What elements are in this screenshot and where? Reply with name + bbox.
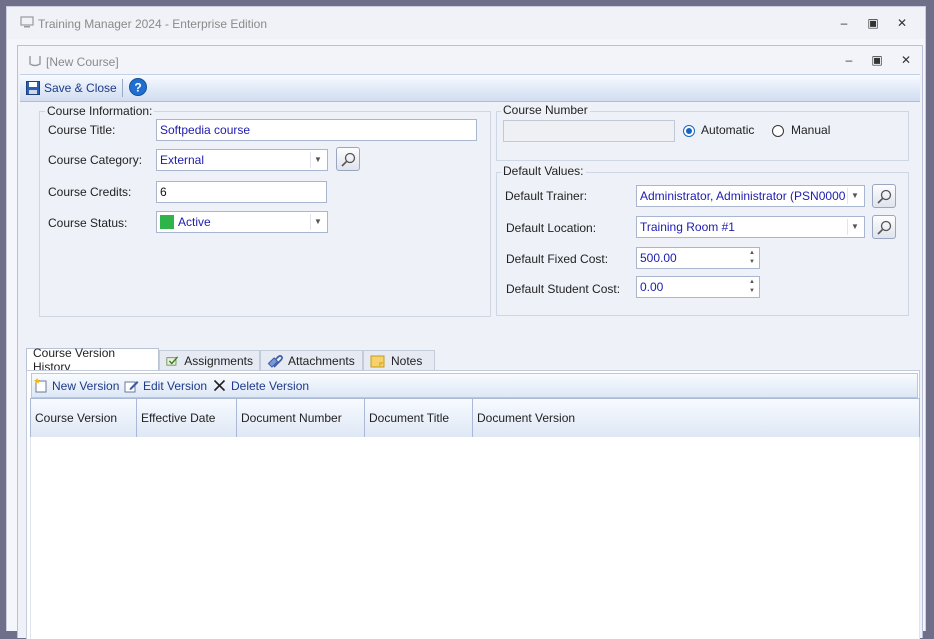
new-document-icon [34, 378, 47, 393]
default-fixed-cost-value: 500.00 [640, 251, 677, 265]
form-area: Course Information: Course Title: Softpe… [20, 102, 920, 342]
delete-version-label: Delete Version [231, 378, 310, 393]
edit-version-label: Edit Version [143, 378, 208, 393]
app-window: Training Manager 2024 - Enterprise Editi… [6, 6, 926, 639]
version-toolbar: New Version Edit Version Delete Version [31, 373, 918, 398]
column-effective-date[interactable]: Effective Date [137, 399, 237, 437]
course-window-titlebar: [New Course] – ▣ ✕ [18, 46, 922, 74]
course-information-legend: Course Information: [45, 104, 155, 118]
toolbar-separator [122, 79, 123, 97]
paperclip-icon [267, 354, 283, 368]
course-status-select[interactable]: Active ▼ [156, 211, 328, 233]
course-category-select[interactable]: External ▼ [156, 149, 328, 171]
course-credits-label: Course Credits: [48, 185, 132, 199]
status-color-swatch [160, 215, 174, 229]
course-number-legend: Course Number [501, 103, 590, 117]
default-values-legend: Default Values: [501, 164, 586, 178]
default-fixed-cost-input[interactable]: 500.00 ▲ ▼ [636, 247, 760, 269]
column-course-version[interactable]: Course Version [31, 399, 137, 437]
course-window-title: [New Course] [46, 55, 119, 69]
help-button[interactable]: ? [129, 78, 147, 96]
floppy-disk-icon [26, 81, 40, 95]
column-document-version[interactable]: Document Version [473, 399, 919, 437]
tabstrip: Course Version History Assignments Attac… [26, 346, 922, 374]
automatic-radio[interactable] [683, 125, 695, 137]
course-window: [New Course] – ▣ ✕ Save & Close ? Course… [17, 45, 923, 639]
chevron-down-icon[interactable]: ▼ [847, 188, 862, 204]
app-title: Training Manager 2024 - Enterprise Editi… [38, 17, 268, 31]
course-title-input[interactable]: Softpedia course [156, 119, 477, 141]
save-close-button[interactable]: Save & Close [26, 79, 117, 97]
course-status-value: Active [178, 215, 211, 229]
new-version-button[interactable]: New Version [34, 377, 119, 394]
svg-text:?: ? [134, 81, 141, 95]
fixed-cost-spinner[interactable]: ▲ ▼ [746, 249, 758, 267]
course-title-label: Course Title: [48, 123, 116, 137]
manual-radio[interactable] [772, 125, 784, 137]
delete-version-button[interactable]: Delete Version [213, 377, 309, 394]
automatic-label: Automatic [701, 123, 755, 137]
course-category-label: Course Category: [48, 153, 143, 167]
assignments-icon [166, 355, 179, 366]
app-titlebar: Training Manager 2024 - Enterprise Editi… [7, 7, 925, 39]
chevron-down-icon[interactable]: ▼ [310, 214, 325, 230]
default-trainer-label: Default Trainer: [505, 189, 588, 203]
default-trainer-value: Administrator, Administrator (PSN0000 [640, 189, 846, 203]
chevron-down-icon[interactable]: ▼ [847, 219, 862, 235]
default-student-cost-value: 0.00 [640, 280, 664, 294]
tab-attachments[interactable]: Attachments [260, 350, 363, 370]
default-student-cost-label: Default Student Cost: [506, 282, 621, 296]
tab-course-version-history[interactable]: Course Version History [26, 346, 159, 374]
edit-icon [124, 380, 139, 392]
default-student-cost-input[interactable]: 0.00 ▲ ▼ [636, 276, 760, 298]
default-location-value: Training Room #1 [640, 220, 735, 234]
new-version-label: New Version [52, 378, 120, 393]
help-icon: ? [129, 78, 147, 96]
default-fixed-cost-label: Default Fixed Cost: [506, 252, 609, 266]
save-close-label: Save & Close [44, 81, 117, 95]
app-maximize-button[interactable]: ▣ [864, 15, 882, 31]
magnifier-icon [341, 152, 356, 167]
app-logo-icon [20, 16, 34, 28]
course-window-icon [29, 56, 41, 67]
course-maximize-button[interactable]: ▣ [868, 52, 886, 68]
student-cost-spinner[interactable]: ▲ ▼ [746, 278, 758, 296]
magnifier-icon [877, 189, 892, 204]
tab-assignments[interactable]: Assignments [159, 350, 260, 370]
edit-version-button[interactable]: Edit Version [124, 377, 207, 394]
column-document-number[interactable]: Document Number [237, 399, 365, 437]
default-location-label: Default Location: [506, 221, 597, 235]
tab-label: Notes [391, 353, 423, 368]
tab-label: Assignments [184, 353, 253, 368]
delete-x-icon [213, 379, 226, 392]
default-location-select[interactable]: Training Room #1 ▼ [636, 216, 865, 238]
version-history-panel: New Version Edit Version Delete Version [26, 370, 920, 639]
course-minimize-button[interactable]: – [840, 52, 858, 68]
magnifier-icon [877, 220, 892, 235]
note-icon [370, 355, 385, 367]
app-minimize-button[interactable]: – [835, 15, 853, 31]
course-close-button[interactable]: ✕ [897, 52, 915, 68]
app-close-button[interactable]: ✕ [893, 15, 911, 31]
location-lookup-button[interactable] [872, 215, 896, 239]
chevron-down-icon[interactable]: ▼ [310, 152, 325, 168]
category-lookup-button[interactable] [336, 147, 360, 171]
tab-notes[interactable]: Notes [363, 350, 435, 370]
course-number-input [503, 120, 675, 142]
grid-header: Course Version Effective Date Document N… [30, 398, 920, 438]
trainer-lookup-button[interactable] [872, 184, 896, 208]
manual-label: Manual [791, 123, 831, 137]
course-status-label: Course Status: [48, 216, 128, 230]
column-document-title[interactable]: Document Title [365, 399, 473, 437]
default-trainer-select[interactable]: Administrator, Administrator (PSN0000 ▼ [636, 185, 865, 207]
course-credits-input[interactable]: 6 [156, 181, 327, 203]
tab-label: Attachments [288, 353, 355, 368]
main-toolbar: Save & Close ? [20, 74, 920, 102]
grid-body[interactable] [30, 437, 920, 639]
course-category-value: External [160, 153, 205, 167]
